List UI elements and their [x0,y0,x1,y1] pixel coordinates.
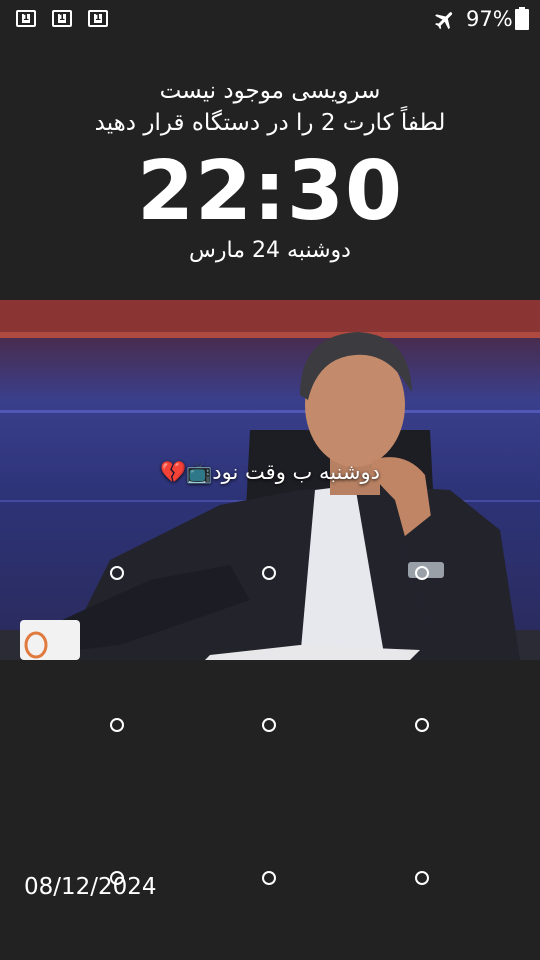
owner-info-text: دوشنبه ب وقت نود📺💔 [160,460,380,484]
status-bar: 1 1 1 97% [0,0,540,38]
airplane-icon [435,12,453,30]
sim-status-line-1: سرویسی موجود نیست [159,78,381,104]
footer-date-stamp: 08/12/2024 [24,874,157,900]
pattern-dot[interactable] [110,718,124,732]
notification-icon: 1 [88,10,108,27]
pattern-dot[interactable] [415,871,429,885]
notification-badge-text: 1 [22,13,30,23]
lock-screen: 1 1 1 97% سرویسی موجود نیست لطفاً کارت 2… [0,0,540,960]
pattern-dot[interactable] [262,566,276,580]
sim-status-message: سرویسی موجود نیست لطفاً کارت 2 را در دست… [0,75,540,139]
notification-badge-text: 1 [94,13,102,23]
pattern-dot[interactable] [110,566,124,580]
pattern-dot[interactable] [415,718,429,732]
battery-percent: 97% [466,7,513,31]
battery-icon [515,7,529,30]
notification-badge-text: 1 [58,13,66,23]
pattern-dot[interactable] [415,566,429,580]
notification-icon: 1 [16,10,36,27]
pattern-dot[interactable] [262,718,276,732]
notification-icon: 1 [52,10,72,27]
pattern-dot[interactable] [262,871,276,885]
sim-status-line-2: لطفاً کارت 2 را در دستگاه قرار دهید [94,110,446,136]
date-label: دوشنبه 24 مارس [189,238,351,263]
clock: 22:30 [136,144,403,239]
